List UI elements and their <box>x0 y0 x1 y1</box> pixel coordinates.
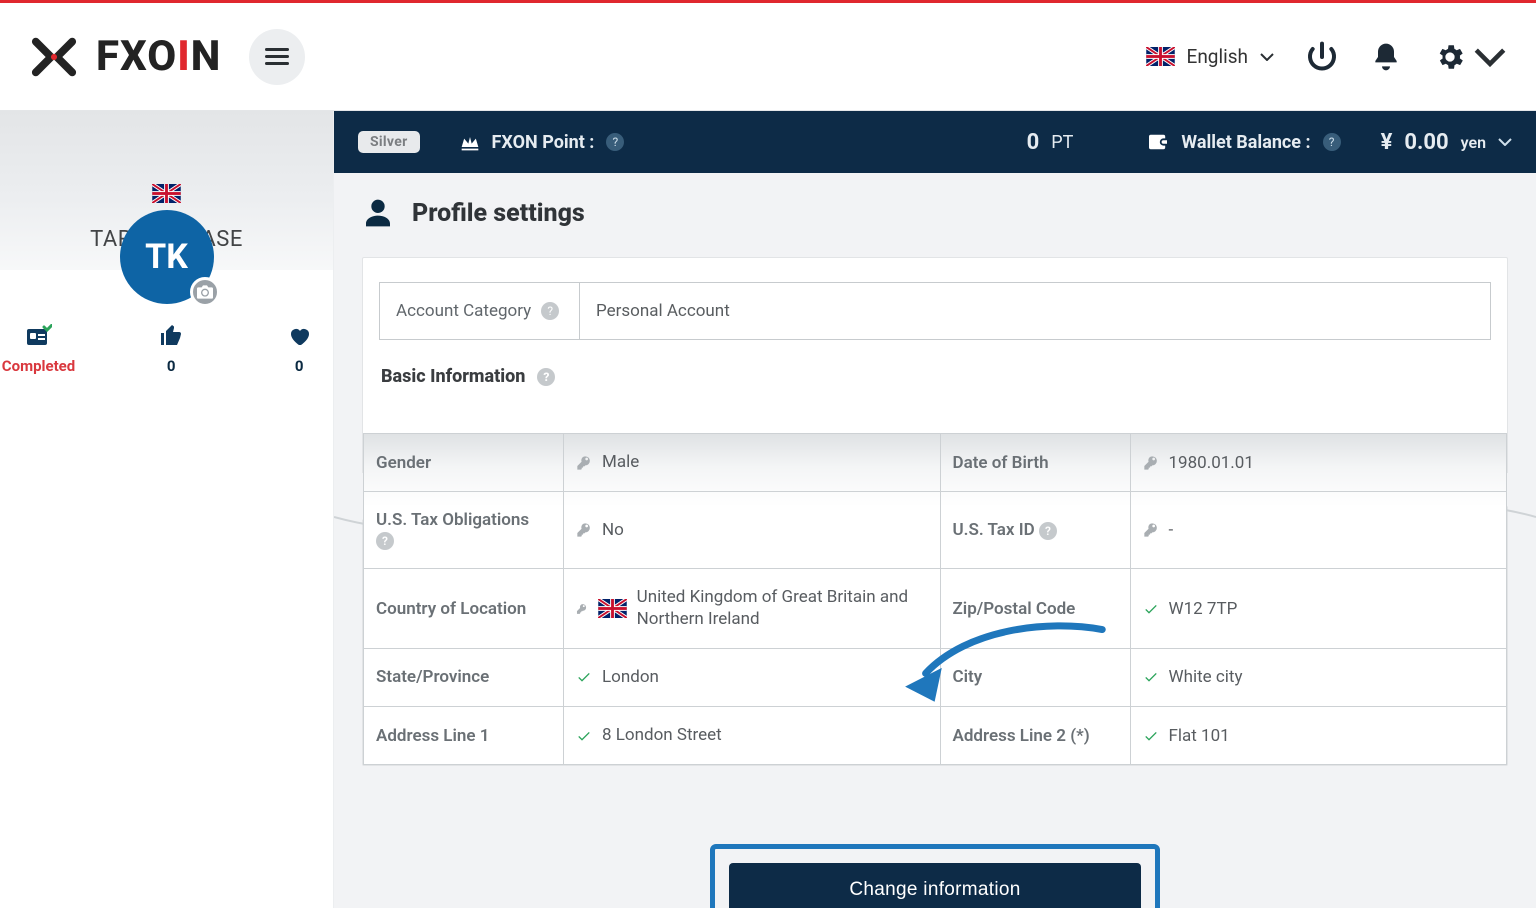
points: FXON Point : ? <box>460 132 625 153</box>
power-icon[interactable] <box>1306 41 1338 73</box>
help-icon[interactable]: ? <box>1323 133 1341 151</box>
account-category-row: Account Category? Personal Account <box>379 282 1491 340</box>
change-information-button[interactable]: Change information <box>729 863 1140 908</box>
callout-arrow <box>894 614 1107 711</box>
help-icon[interactable]: ? <box>376 532 394 550</box>
points-value: 0 <box>1027 130 1040 155</box>
stat-thumbs-value: 0 <box>167 357 176 375</box>
cta-frame: Change information <box>710 844 1159 908</box>
row-value: Flat 101 <box>1130 707 1507 765</box>
brand: FXOIN <box>30 32 221 81</box>
page-title: Profile settings <box>362 197 1508 229</box>
main: Silver FXON Point : ? 0 PT Wallet Balanc… <box>334 111 1536 908</box>
chevron-down-icon <box>1260 53 1274 61</box>
page-title-text: Profile settings <box>412 199 585 228</box>
row-value: White city <box>1130 648 1507 706</box>
row-label: Gender <box>364 434 564 492</box>
row-value: - <box>1130 492 1507 569</box>
row-value: 8 London Street <box>564 707 941 765</box>
chevron-down-icon <box>1474 41 1506 73</box>
gear-icon <box>1434 41 1466 73</box>
help-icon[interactable]: ? <box>606 133 624 151</box>
table-row: U.S. Tax Obligations ?NoU.S. Tax ID ?- <box>364 492 1507 569</box>
uk-flag-icon <box>598 599 627 618</box>
wallet-amount[interactable]: ¥ 0.00 yen <box>1381 130 1512 155</box>
wallet-value: 0.00 <box>1404 130 1448 155</box>
settings-menu[interactable] <box>1434 41 1506 73</box>
points-unit: PT <box>1051 132 1073 153</box>
sidebar: TARO KAWASE TK Completed 0 <box>0 111 334 908</box>
brand-mark-icon <box>30 35 78 79</box>
thumb-up-icon <box>158 324 184 348</box>
language-label: English <box>1187 45 1248 68</box>
id-card-icon <box>26 324 52 348</box>
help-icon[interactable]: ? <box>541 302 559 320</box>
row-label: U.S. Tax ID ? <box>940 492 1130 569</box>
table-row: GenderMaleDate of Birth1980.01.01 <box>364 434 1507 492</box>
help-icon[interactable]: ? <box>537 368 555 386</box>
user-icon <box>362 197 394 229</box>
row-value: W12 7TP <box>1130 569 1507 649</box>
account-category-label: Account Category? <box>380 283 580 339</box>
wallet-unit: yen <box>1461 133 1486 152</box>
topbar: FXOIN English <box>0 3 1536 111</box>
wallet-label-block: Wallet Balance : ? <box>1147 132 1340 153</box>
header-right: English <box>1146 41 1506 73</box>
hamburger-menu-button[interactable] <box>249 29 305 85</box>
bell-icon[interactable] <box>1370 41 1402 73</box>
camera-icon[interactable] <box>190 277 220 307</box>
points-label: FXON Point : <box>492 132 595 153</box>
stat-completed[interactable]: Completed <box>2 324 75 375</box>
currency-symbol: ¥ <box>1381 130 1393 155</box>
row-value: United Kingdom of Great Britain and Nort… <box>564 569 941 649</box>
avatar-initials: TK <box>145 237 188 277</box>
avatar[interactable]: TK <box>120 210 214 304</box>
cta-band: Change information <box>362 828 1508 908</box>
points-value-block: 0 PT <box>1027 130 1074 155</box>
sidebar-body: TK Completed 0 0 <box>0 270 333 375</box>
row-label: Date of Birth <box>940 434 1130 492</box>
stat-hearts[interactable]: 0 <box>267 324 331 375</box>
sidebar-stats: Completed 0 0 <box>2 324 331 375</box>
brand-wordmark: FXOIN <box>96 32 221 81</box>
row-label: State/Province <box>364 648 564 706</box>
stat-thumbs[interactable]: 0 <box>139 324 203 375</box>
uk-flag-icon <box>152 184 181 203</box>
heart-icon <box>286 324 312 348</box>
status-bar: Silver FXON Point : ? 0 PT Wallet Balanc… <box>334 111 1536 173</box>
content: Profile settings Account Category? Perso… <box>334 173 1536 908</box>
basic-info-table: GenderMaleDate of Birth1980.01.01U.S. Ta… <box>363 433 1507 765</box>
row-label: Country of Location <box>364 569 564 649</box>
language-switcher[interactable]: English <box>1146 45 1274 68</box>
uk-flag-icon <box>1146 47 1175 66</box>
wallet-icon <box>1147 133 1169 151</box>
row-label: U.S. Tax Obligations ? <box>364 492 564 569</box>
row-value: 1980.01.01 <box>1130 434 1507 492</box>
stat-hearts-value: 0 <box>295 357 304 375</box>
tier-chip: Silver <box>358 131 420 153</box>
row-value: Male <box>564 434 941 492</box>
table-row: Address Line 18 London StreetAddress Lin… <box>364 707 1507 765</box>
crown-icon <box>460 133 480 151</box>
stat-completed-label: Completed <box>2 357 75 375</box>
wallet-label: Wallet Balance : <box>1181 132 1310 153</box>
layout: TARO KAWASE TK Completed 0 <box>0 111 1536 908</box>
row-label: Address Line 1 <box>364 707 564 765</box>
help-icon[interactable]: ? <box>1039 522 1057 540</box>
chevron-down-icon <box>1498 138 1512 146</box>
basic-info-table-wrap: GenderMaleDate of Birth1980.01.01U.S. Ta… <box>363 433 1507 765</box>
basic-info-title: Basic Information ? <box>381 366 1491 387</box>
row-value: London <box>564 648 941 706</box>
row-label: Address Line 2 (*) <box>940 707 1130 765</box>
row-value: No <box>564 492 941 569</box>
account-category-value: Personal Account <box>580 283 1490 339</box>
